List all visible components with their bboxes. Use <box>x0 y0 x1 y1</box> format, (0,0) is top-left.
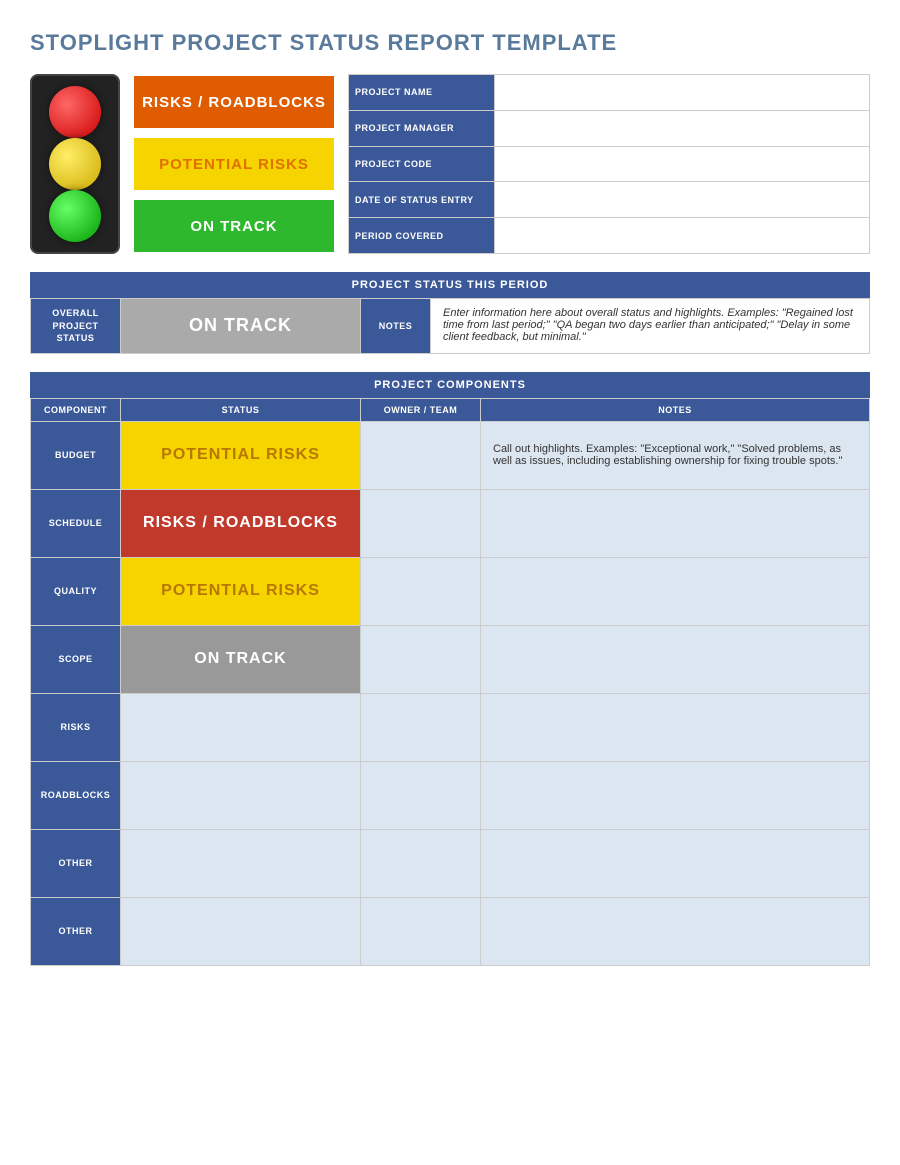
components-table: COMPONENT STATUS OWNER / TEAM NOTES BUDG… <box>30 398 870 966</box>
component-notes[interactable] <box>481 897 870 965</box>
project-info-value[interactable] <box>494 110 869 146</box>
risks-roadblocks-button: RISKS / ROADBLOCKS <box>134 76 334 128</box>
component-notes[interactable] <box>481 829 870 897</box>
component-status: RISKS / ROADBLOCKS <box>121 489 361 557</box>
project-info-label: PERIOD COVERED <box>349 218 495 254</box>
component-notes[interactable] <box>481 557 870 625</box>
component-notes[interactable]: Call out highlights. Examples: "Exceptio… <box>481 421 870 489</box>
red-light <box>49 86 101 138</box>
component-notes[interactable] <box>481 625 870 693</box>
project-info-row: PROJECT MANAGER <box>349 110 870 146</box>
overall-status-label: OVERALLPROJECTSTATUS <box>31 299 121 354</box>
component-label: QUALITY <box>31 557 121 625</box>
project-info-value[interactable] <box>494 75 869 111</box>
component-status <box>121 829 361 897</box>
component-label: OTHER <box>31 897 121 965</box>
table-row: SCOPE ON TRACK <box>31 625 870 693</box>
status-section-header: PROJECT STATUS THIS PERIOD <box>30 272 870 298</box>
on-track-button: ON TRACK <box>134 200 334 252</box>
project-info-row: PROJECT NAME <box>349 75 870 111</box>
component-status <box>121 761 361 829</box>
project-info-row: PROJECT CODE <box>349 146 870 182</box>
col-header-notes: NOTES <box>481 398 870 421</box>
project-info-label: PROJECT CODE <box>349 146 495 182</box>
components-header-row: COMPONENT STATUS OWNER / TEAM NOTES <box>31 398 870 421</box>
component-label: RISKS <box>31 693 121 761</box>
project-info-table: PROJECT NAME PROJECT MANAGER PROJECT COD… <box>348 74 870 254</box>
table-row: QUALITY POTENTIAL RISKS <box>31 557 870 625</box>
component-status: POTENTIAL RISKS <box>121 421 361 489</box>
component-owner[interactable] <box>361 421 481 489</box>
table-row: ROADBLOCKS <box>31 761 870 829</box>
col-header-owner: OWNER / TEAM <box>361 398 481 421</box>
component-status: POTENTIAL RISKS <box>121 557 361 625</box>
project-info-label: PROJECT NAME <box>349 75 495 111</box>
component-status <box>121 693 361 761</box>
col-header-status: STATUS <box>121 398 361 421</box>
status-section: PROJECT STATUS THIS PERIOD OVERALLPROJEC… <box>30 272 870 354</box>
project-info-row: DATE OF STATUS ENTRY <box>349 182 870 218</box>
project-info-value[interactable] <box>494 146 869 182</box>
component-label: OTHER <box>31 829 121 897</box>
top-section: RISKS / ROADBLOCKS POTENTIAL RISKS ON TR… <box>30 74 870 254</box>
table-row: OTHER <box>31 829 870 897</box>
component-label: SCHEDULE <box>31 489 121 557</box>
component-status: ON TRACK <box>121 625 361 693</box>
table-row: BUDGET POTENTIAL RISKS Call out highligh… <box>31 421 870 489</box>
legend-column: RISKS / ROADBLOCKS POTENTIAL RISKS ON TR… <box>134 74 334 254</box>
component-label: BUDGET <box>31 421 121 489</box>
component-owner[interactable] <box>361 489 481 557</box>
component-label: ROADBLOCKS <box>31 761 121 829</box>
overall-status-value: ON TRACK <box>121 299 361 354</box>
potential-risks-button: POTENTIAL RISKS <box>134 138 334 190</box>
table-row: OTHER <box>31 897 870 965</box>
status-period-table: OVERALLPROJECTSTATUS ON TRACK NOTES Ente… <box>30 298 870 354</box>
components-section: PROJECT COMPONENTS COMPONENT STATUS OWNE… <box>30 372 870 966</box>
project-info-value[interactable] <box>494 218 869 254</box>
component-owner[interactable] <box>361 829 481 897</box>
component-owner[interactable] <box>361 557 481 625</box>
table-row: SCHEDULE RISKS / ROADBLOCKS <box>31 489 870 557</box>
stoplight-graphic <box>30 74 120 254</box>
green-light <box>49 190 101 242</box>
component-label: SCOPE <box>31 625 121 693</box>
component-owner[interactable] <box>361 625 481 693</box>
component-notes[interactable] <box>481 761 870 829</box>
table-row: RISKS <box>31 693 870 761</box>
component-notes[interactable] <box>481 693 870 761</box>
notes-value: Enter information here about overall sta… <box>431 299 870 354</box>
status-row: OVERALLPROJECTSTATUS ON TRACK NOTES Ente… <box>31 299 870 354</box>
project-info-value[interactable] <box>494 182 869 218</box>
col-header-component: COMPONENT <box>31 398 121 421</box>
yellow-light <box>49 138 101 190</box>
project-info-label: DATE OF STATUS ENTRY <box>349 182 495 218</box>
project-info-row: PERIOD COVERED <box>349 218 870 254</box>
components-section-header: PROJECT COMPONENTS <box>30 372 870 398</box>
component-notes[interactable] <box>481 489 870 557</box>
page-title: STOPLIGHT PROJECT STATUS REPORT TEMPLATE <box>30 30 870 56</box>
component-owner[interactable] <box>361 897 481 965</box>
component-owner[interactable] <box>361 761 481 829</box>
notes-label: NOTES <box>361 299 431 354</box>
component-owner[interactable] <box>361 693 481 761</box>
project-info-label: PROJECT MANAGER <box>349 110 495 146</box>
component-status <box>121 897 361 965</box>
